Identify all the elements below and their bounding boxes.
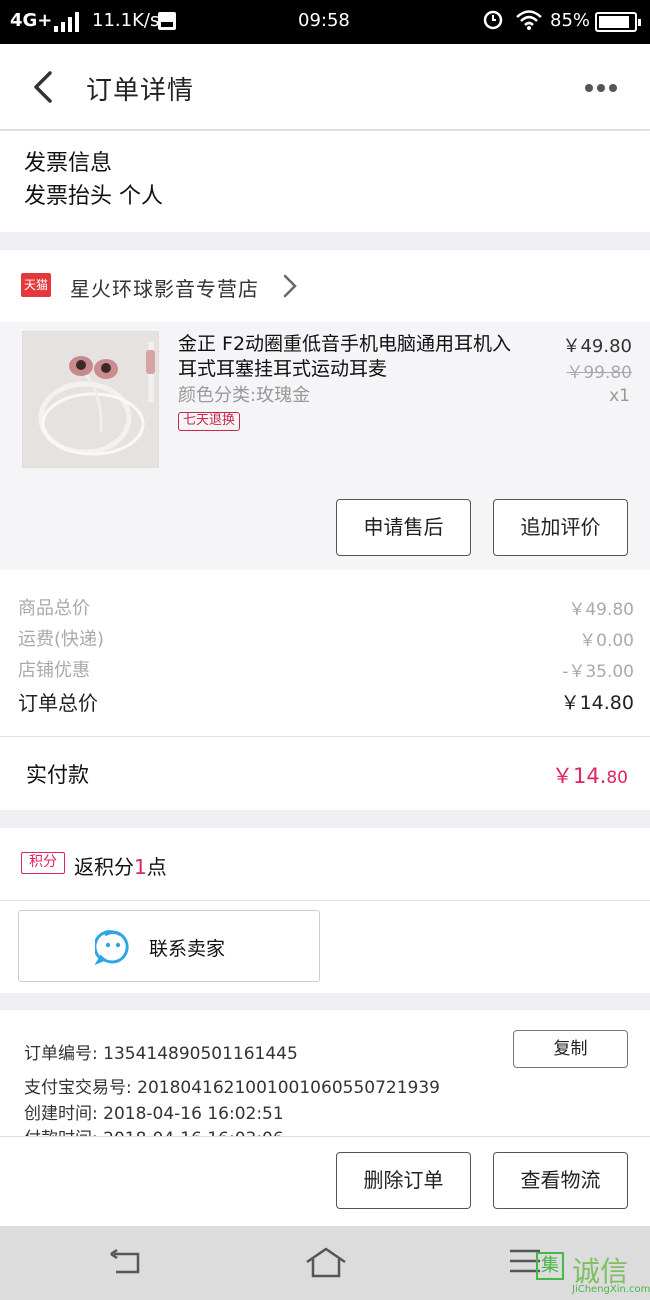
page-title: 订单详情 [86, 76, 195, 106]
points-text: 返积分1点 [74, 851, 167, 880]
product-quantity: x1 [609, 386, 630, 406]
network-speed: 11.1K/s [92, 10, 160, 31]
tmall-logo: 天猫 [21, 273, 51, 297]
store-name[interactable]: 星火环球影音专营店 [70, 273, 259, 302]
contact-seller-button[interactable]: 联系卖家 [18, 910, 320, 982]
status-bar: 4G+ 11.1K/s 09:58 85% [0, 0, 650, 44]
divider [0, 736, 650, 737]
product-image[interactable] [22, 331, 159, 468]
copy-order-number-button[interactable]: 复制 [513, 1030, 628, 1068]
nav-home-icon[interactable] [304, 1246, 348, 1280]
chat-bubble-icon [93, 929, 131, 966]
view-logistics-button[interactable]: 查看物流 [493, 1152, 628, 1209]
invoice-title-line: 发票抬头 个人 [24, 184, 163, 209]
summary-discount-value: -￥35.00 [562, 662, 634, 682]
app-header: 订单详情 [0, 44, 650, 130]
order-total-value: ￥14.80 [560, 692, 634, 714]
paid-amount-label: 实付款 [26, 763, 89, 787]
divider [0, 900, 650, 901]
alipay-transaction-number: 支付宝交易号: 2018041621001001060550721939 [24, 1078, 440, 1098]
wifi-icon [515, 9, 543, 36]
clock: 09:58 [298, 10, 350, 31]
points-suffix: 点 [146, 855, 167, 879]
battery-icon [595, 12, 641, 32]
nav-back-icon[interactable] [108, 1248, 144, 1278]
chevron-right-icon[interactable] [282, 273, 298, 299]
network-type: 4G+ [10, 10, 53, 31]
watermark-badge: 集 [536, 1252, 564, 1280]
points-count: 1 [134, 855, 147, 879]
add-review-button[interactable]: 追加评价 [493, 499, 628, 556]
product-original-price: ￥99.80 [566, 363, 632, 383]
alarm-icon [482, 8, 504, 36]
created-time: 创建时间: 2018-04-16 16:02:51 [24, 1104, 284, 1124]
paid-amount-main: ￥14. [551, 764, 607, 788]
paid-amount-value: ￥14.80 [552, 760, 628, 790]
order-total-label: 订单总价 [18, 691, 98, 715]
contact-seller-label: 联系卖家 [149, 938, 226, 960]
order-info-section: 订单编号: 135414890501161445 支付宝交易号: 2018041… [0, 1010, 650, 1136]
product-title[interactable]: 金正 F2动圈重低音手机电脑通用耳机入耳式耳塞挂耳式运动耳麦 [178, 332, 523, 382]
message-icon [157, 11, 177, 36]
product-price: ￥49.80 [562, 336, 632, 357]
more-options-icon[interactable] [584, 80, 618, 94]
apply-aftersale-button[interactable]: 申请售后 [336, 499, 471, 556]
watermark-logo: 集 诚信 JiChengXin.com [532, 1250, 650, 1300]
paid-time: 付款时间: 2018-04-16 16:03:06 [24, 1124, 284, 1136]
invoice-info-label: 发票信息 [24, 151, 113, 176]
product-variant: 颜色分类:玫瑰金 [178, 385, 311, 406]
summary-shipping-value: ￥0.00 [579, 631, 634, 651]
summary-goods-value: ￥49.80 [568, 600, 634, 620]
paid-amount-cents: 80 [606, 768, 628, 788]
summary-goods-label: 商品总价 [18, 598, 90, 619]
summary-discount-label: 店铺优惠 [18, 660, 90, 681]
battery-percent: 85% [550, 10, 591, 31]
order-number: 订单编号: 135414890501161445 [24, 1044, 298, 1064]
watermark-url: JiChengXin.com [572, 1284, 650, 1295]
points-prefix: 返积分 [74, 855, 134, 879]
points-badge: 积分 [21, 852, 65, 874]
summary-shipping-label: 运费(快递) [18, 629, 105, 650]
delete-order-button[interactable]: 删除订单 [336, 1152, 471, 1209]
back-arrow-icon[interactable] [30, 70, 58, 104]
signal-icon [54, 12, 82, 37]
return-policy-badge: 七天退换 [178, 412, 241, 431]
invoice-section: 发票信息 发票抬头 个人 [0, 131, 650, 232]
